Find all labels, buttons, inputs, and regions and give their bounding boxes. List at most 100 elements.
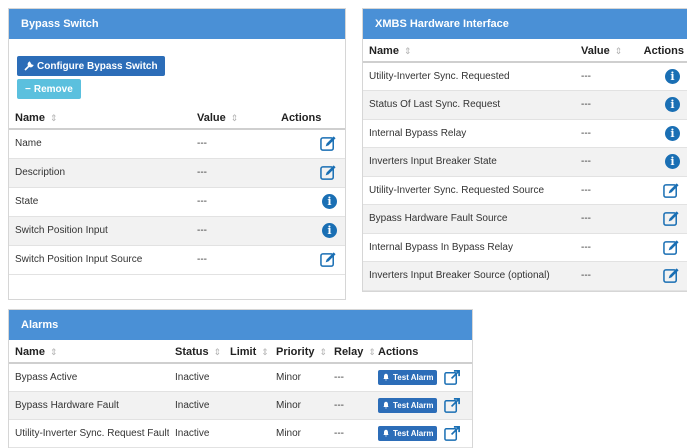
column-header-name[interactable]: Name ⇕ <box>9 107 191 130</box>
info-icon[interactable]: i <box>665 97 680 113</box>
row-actions: i <box>632 119 687 148</box>
alarm-priority: Minor <box>270 363 328 392</box>
alarm-relay: --- <box>328 391 372 420</box>
alarm-priority: Minor <box>270 419 328 448</box>
alarm-priority: Minor <box>270 391 328 420</box>
table-row: Description --- <box>9 158 345 188</box>
row-value: --- <box>575 261 632 291</box>
table-row: Inverters Input Breaker State --- i <box>363 147 687 177</box>
edit-icon[interactable] <box>663 210 680 227</box>
alarm-name: Utility-Inverter Sync. Request Fault <box>9 419 169 448</box>
xmbs-header: XMBS Hardware Interface <box>363 9 687 39</box>
table-row: Bypass Hardware Fault Source --- <box>363 204 687 234</box>
alarm-relay: --- <box>328 363 372 392</box>
table-row: Utility-Inverter Sync. Requested Source -… <box>363 176 687 205</box>
alarm-actions: Test Alarm <box>372 391 472 420</box>
table-row: Switch Position Input --- i <box>9 216 345 246</box>
info-icon[interactable]: i <box>665 125 680 141</box>
row-value: --- <box>575 233 632 262</box>
table-row: Switch Position Input Source --- <box>9 245 345 275</box>
sort-icon[interactable]: ⇕ <box>404 46 412 56</box>
column-header-value[interactable]: Value ⇕ <box>575 40 632 63</box>
row-name: Utility-Inverter Sync. Requested Source <box>363 176 575 205</box>
sort-icon[interactable]: ⇕ <box>214 347 222 357</box>
sort-icon[interactable]: ⇕ <box>261 347 269 357</box>
configure-bypass-switch-button[interactable]: Configure Bypass Switch <box>17 56 165 76</box>
bypass-table-header-row: Name ⇕ Value ⇕ Actions <box>9 107 345 130</box>
alarms-table: Name ⇕ Status ⇕ Limit ⇕ Priority ⇕ Relay ⇕ Ac… <box>9 341 472 448</box>
bell-icon <box>382 373 390 381</box>
row-name: Internal Bypass In Bypass Relay <box>363 233 575 262</box>
sort-icon[interactable]: ⇕ <box>231 113 239 123</box>
sort-icon[interactable]: ⇕ <box>320 347 328 357</box>
edit-icon[interactable] <box>663 267 680 284</box>
edit-icon[interactable] <box>663 239 680 256</box>
sort-icon[interactable]: ⇕ <box>368 347 376 357</box>
column-header-priority[interactable]: Priority ⇕ <box>270 341 328 364</box>
row-name: Status Of Last Sync. Request <box>363 90 575 120</box>
bypass-switch-header: Bypass Switch <box>9 9 345 39</box>
info-icon[interactable]: i <box>322 194 337 209</box>
alarms-title: Alarms <box>21 319 59 331</box>
alarm-name: Bypass Hardware Fault <box>9 391 169 420</box>
sort-icon[interactable]: ⇕ <box>50 347 58 357</box>
alarm-name: Bypass Active <box>9 363 169 392</box>
alarms-header: Alarms <box>9 310 472 340</box>
row-name: Bypass Hardware Fault Source <box>363 204 575 234</box>
minus-icon: − <box>25 83 31 95</box>
edit-icon[interactable] <box>663 182 680 199</box>
test-alarm-button[interactable]: Test Alarm <box>378 369 438 385</box>
table-row: Internal Bypass Relay --- i <box>363 119 687 148</box>
sort-icon[interactable]: ⇕ <box>50 113 58 123</box>
external-link-icon[interactable] <box>444 369 461 386</box>
alarm-limit <box>224 419 270 448</box>
row-actions <box>632 176 687 205</box>
alarm-status: Inactive <box>169 391 224 420</box>
column-header-name[interactable]: Name ⇕ <box>363 40 575 63</box>
row-value: --- <box>575 176 632 205</box>
column-header-name[interactable]: Name ⇕ <box>9 341 169 364</box>
row-actions <box>275 129 345 159</box>
row-actions: i <box>632 90 687 120</box>
row-value: --- <box>575 90 632 120</box>
row-name: Switch Position Input Source <box>9 245 191 275</box>
column-header-status[interactable]: Status ⇕ <box>169 341 224 364</box>
alarms-table-body: Bypass Active Inactive Minor --- Test Alarm … <box>9 363 472 448</box>
row-actions <box>632 204 687 234</box>
edit-icon[interactable] <box>320 164 337 181</box>
row-value: --- <box>575 119 632 148</box>
edit-icon[interactable] <box>320 135 337 152</box>
test-alarm-button[interactable]: Test Alarm <box>378 397 438 413</box>
info-icon[interactable]: i <box>665 69 680 84</box>
alarms-panel: Alarms Name ⇕ Status ⇕ Limit ⇕ Priority ⇕ Re… <box>8 309 473 448</box>
alarm-actions: Test Alarm <box>372 363 472 392</box>
column-header-actions: Actions <box>372 341 472 364</box>
info-icon[interactable]: i <box>665 154 680 170</box>
column-header-limit[interactable]: Limit ⇕ <box>224 341 270 364</box>
row-actions: i <box>632 147 687 177</box>
alarms-table-header-row: Name ⇕ Status ⇕ Limit ⇕ Priority ⇕ Relay ⇕ Ac… <box>9 341 472 364</box>
external-link-icon[interactable] <box>444 425 461 442</box>
sort-icon[interactable]: ⇕ <box>615 46 623 56</box>
remove-button[interactable]: − Remove <box>17 79 81 99</box>
remove-label: Remove <box>33 83 73 95</box>
column-header-value[interactable]: Value ⇕ <box>191 107 275 130</box>
table-row: Status Of Last Sync. Request --- i <box>363 90 687 120</box>
test-alarm-button[interactable]: Test Alarm <box>378 425 438 441</box>
row-actions <box>275 158 345 188</box>
row-name: Inverters Input Breaker Source (optional… <box>363 261 575 291</box>
row-name: Switch Position Input <box>9 216 191 246</box>
test-alarm-label: Test Alarm <box>393 428 434 438</box>
row-value: --- <box>191 158 275 188</box>
bypass-switch-table: Name ⇕ Value ⇕ Actions Name --- Description -… <box>9 107 345 275</box>
column-header-relay[interactable]: Relay ⇕ <box>328 341 376 364</box>
external-link-icon[interactable] <box>444 397 461 414</box>
column-header-actions: Actions <box>632 40 687 63</box>
table-row: Inverters Input Breaker Source (optional… <box>363 261 687 291</box>
table-row: Bypass Hardware Fault Inactive Minor --- Tes… <box>9 391 472 420</box>
row-name: Name <box>9 129 191 159</box>
row-name: State <box>9 187 191 217</box>
info-icon[interactable]: i <box>322 223 337 238</box>
edit-icon[interactable] <box>320 251 337 268</box>
table-row: Utility-Inverter Sync. Requested --- i <box>363 62 687 91</box>
